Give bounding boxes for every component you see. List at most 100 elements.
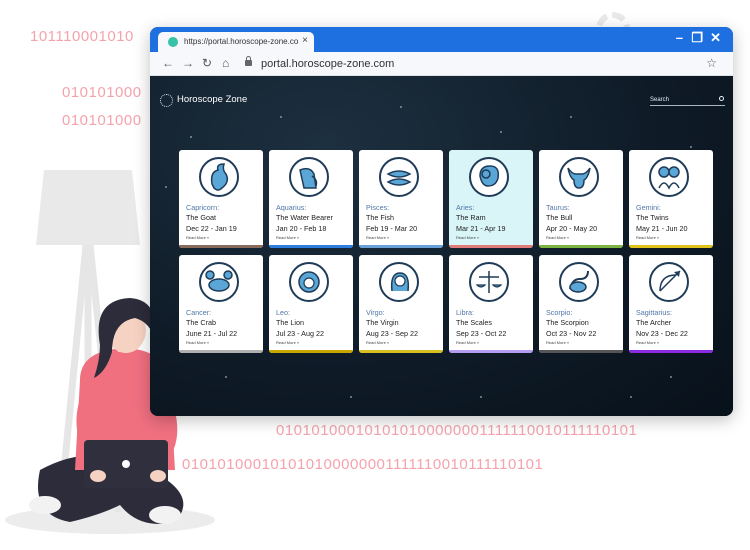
star-dot — [570, 116, 572, 118]
zodiac-card[interactable]: Pisces: The Fish Feb 19 - Mar 20 Read More … — [359, 150, 443, 248]
restore-icon[interactable]: ❐ — [691, 31, 703, 45]
zodiac-card[interactable]: Taurus: The Bull Apr 20 - May 20 Read More … — [539, 150, 623, 248]
card-accent-bar — [539, 245, 623, 248]
read-more-link[interactable]: Read More » — [186, 340, 209, 345]
read-more-link[interactable]: Read More » — [366, 340, 389, 345]
card-accent-bar — [179, 245, 263, 248]
close-icon[interactable]: ✕ — [710, 31, 721, 45]
card-title: The Fish — [366, 213, 394, 222]
star-dot — [280, 116, 282, 118]
star-dot — [350, 396, 352, 398]
reload-icon[interactable]: ↻ — [202, 57, 212, 69]
back-arrow-icon[interactable]: ← — [162, 57, 174, 69]
card-accent-bar — [449, 245, 533, 248]
card-title: The Virgin — [366, 318, 399, 327]
zodiac-card[interactable]: Leo: The Lion Jul 23 - Aug 22 Read More » — [269, 255, 353, 353]
card-accent-bar — [629, 350, 713, 353]
card-title: The Scorpion — [546, 318, 589, 327]
read-more-link[interactable]: Read More » — [276, 340, 299, 345]
scorpion-icon — [558, 261, 600, 303]
card-title: The Ram — [456, 213, 486, 222]
read-more-link[interactable]: Read More » — [276, 235, 299, 240]
minimize-icon[interactable]: – — [676, 31, 683, 45]
star-dot — [500, 131, 502, 133]
card-title: The Lion — [276, 318, 304, 327]
binary-text: 0101010001010101000000011111100101111101… — [276, 422, 638, 439]
page-viewport: Horoscope Zone Search Capricorn: The Goat… — [150, 76, 733, 416]
card-dates: May 21 - Jun 20 — [636, 224, 688, 233]
read-more-link[interactable]: Read More » — [636, 235, 659, 240]
card-accent-bar — [269, 245, 353, 248]
zodiac-card[interactable]: Aquarius: The Water Bearer Jan 20 - Feb 18… — [269, 150, 353, 248]
star-dot — [690, 146, 692, 148]
ram-icon — [468, 156, 510, 198]
card-sign-label: Cancer: — [186, 308, 212, 317]
zodiac-card[interactable]: Aries: The Ram Mar 21 - Apr 19 Read More » — [449, 150, 533, 248]
home-icon[interactable]: ⌂ — [222, 57, 229, 69]
card-sign-label: Aquarius: — [276, 203, 307, 212]
card-accent-bar — [359, 245, 443, 248]
card-dates: Jan 20 - Feb 18 — [276, 224, 327, 233]
card-accent-bar — [179, 350, 263, 353]
card-dates: Nov 23 - Dec 22 — [636, 329, 688, 338]
forward-arrow-icon[interactable]: → — [182, 57, 194, 69]
star-dot — [670, 376, 672, 378]
tab-title: https://portal.horoscope-zone.co — [184, 37, 299, 46]
zodiac-card[interactable]: Capricorn: The Goat Dec 22 - Jan 19 Read Mo… — [179, 150, 263, 248]
water-bearer-icon — [288, 156, 330, 198]
read-more-link[interactable]: Read More » — [456, 235, 479, 240]
card-dates: Jul 23 - Aug 22 — [276, 329, 324, 338]
address-bar: ← → ↻ ⌂ portal.horoscope-zone.com ☆ — [150, 52, 733, 76]
card-dates: Apr 20 - May 20 — [546, 224, 598, 233]
read-more-link[interactable]: Read More » — [636, 340, 659, 345]
card-sign-label: Capricorn: — [186, 203, 220, 212]
star-dot — [190, 136, 192, 138]
binary-text: 010101000 — [62, 84, 142, 101]
zodiac-card[interactable]: Virgo: The Virgin Aug 23 - Sep 22 Read More… — [359, 255, 443, 353]
read-more-link[interactable]: Read More » — [546, 235, 569, 240]
card-accent-bar — [359, 350, 443, 353]
url-field[interactable]: portal.horoscope-zone.com — [261, 58, 394, 70]
read-more-link[interactable]: Read More » — [186, 235, 209, 240]
zodiac-card[interactable]: Libra: The Scales Sep 23 - Oct 22 Read More… — [449, 255, 533, 353]
bookmark-star-icon[interactable]: ☆ — [706, 56, 717, 70]
lion-icon — [288, 261, 330, 303]
card-sign-label: Taurus: — [546, 203, 570, 212]
zodiac-logo-icon[interactable] — [160, 94, 173, 107]
zodiac-card[interactable]: Gemini: The Twins May 21 - Jun 20 Read More… — [629, 150, 713, 248]
card-sign-label: Scorpio: — [546, 308, 573, 317]
card-accent-bar — [629, 245, 713, 248]
virgin-icon — [378, 261, 420, 303]
star-dot — [225, 376, 227, 378]
zodiac-card[interactable]: Cancer: The Crab June 21 - Jul 22 Read More… — [179, 255, 263, 353]
browser-titlebar: https://portal.horoscope-zone.co × – ❐ ✕ — [150, 27, 733, 52]
card-sign-label: Libra: — [456, 308, 474, 317]
card-sign-label: Aries: — [456, 203, 475, 212]
search-icon[interactable] — [719, 96, 724, 101]
card-title: The Crab — [186, 318, 216, 327]
card-dates: Feb 19 - Mar 20 — [366, 224, 418, 233]
favicon-icon — [168, 37, 178, 47]
card-accent-bar — [449, 350, 533, 353]
tab-close-icon[interactable]: × — [302, 35, 308, 46]
card-title: The Goat — [186, 213, 216, 222]
star-dot — [480, 396, 482, 398]
read-more-link[interactable]: Read More » — [456, 340, 479, 345]
site-name[interactable]: Horoscope Zone — [177, 94, 247, 105]
search-underline — [650, 105, 725, 106]
read-more-link[interactable]: Read More » — [546, 340, 569, 345]
card-title: The Twins — [636, 213, 669, 222]
card-dates: Mar 21 - Apr 19 — [456, 224, 506, 233]
archer-icon — [648, 261, 690, 303]
card-accent-bar — [539, 350, 623, 353]
zodiac-card[interactable]: Sagittarius: The Archer Nov 23 - Dec 22 Rea… — [629, 255, 713, 353]
browser-tab[interactable]: https://portal.horoscope-zone.co × — [158, 32, 314, 52]
card-sign-label: Pisces: — [366, 203, 390, 212]
goat-icon — [198, 156, 240, 198]
zodiac-card[interactable]: Scorpio: The Scorpion Oct 23 - Nov 22 Read … — [539, 255, 623, 353]
card-sign-label: Gemini: — [636, 203, 661, 212]
fish-icon — [378, 156, 420, 198]
card-sign-label: Leo: — [276, 308, 290, 317]
search-input[interactable]: Search — [650, 97, 669, 103]
read-more-link[interactable]: Read More » — [366, 235, 389, 240]
